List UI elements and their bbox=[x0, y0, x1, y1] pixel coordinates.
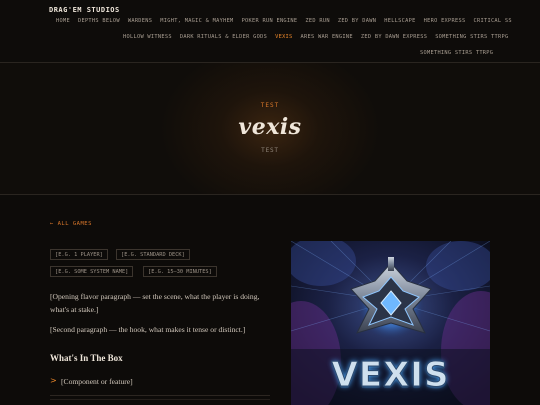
whats-in-the-box-heading: What's In The Box bbox=[50, 353, 123, 363]
nav-item-depths-below[interactable]: DEPTHS BELOW bbox=[78, 18, 120, 24]
tag-player-count: [E.G. 1 PLAYER] bbox=[50, 249, 108, 260]
nav-item-zed-run[interactable]: ZED RUN bbox=[305, 18, 329, 24]
nav-item-poker-run-engine[interactable]: POKER RUN ENGINE bbox=[242, 18, 298, 24]
hook-paragraph: [Second paragraph — the hook, what makes… bbox=[50, 325, 246, 334]
nav-item-wardens[interactable]: WARDENS bbox=[128, 18, 152, 24]
chevron-right-icon: > bbox=[50, 376, 57, 385]
nav-item-vexis-active[interactable]: VEXIS bbox=[275, 34, 292, 40]
hero-banner: TEST vexis TEST bbox=[0, 63, 540, 195]
tag-play-time: [E.G. 15–30 MINUTES] bbox=[143, 266, 217, 277]
main-nav-row-2: HOLLOW WITNESS DARK RITUALS & ELDER GODS… bbox=[123, 34, 516, 40]
main-nav-row-1: HOME DEPTHS BELOW WARDENS MIGHT, MAGIC &… bbox=[56, 18, 520, 24]
box-item-label: [Component or feature] bbox=[61, 377, 133, 386]
nav-item-zed-by-dawn-express[interactable]: ZED BY DAWN EXPRESS bbox=[361, 34, 427, 40]
nav-item-something-stirs-ttrpg[interactable]: SOMETHING STIRS TTRPG bbox=[435, 34, 508, 40]
nav-item-might-magic-mayhem[interactable]: MIGHT, MAGIC & MAYHEM bbox=[160, 18, 233, 24]
site-header: DRAG'EM STUDIOS HOME DEPTHS BELOW WARDEN… bbox=[0, 0, 540, 63]
all-games-link[interactable]: ← ALL GAMES bbox=[50, 221, 92, 227]
nav-item-hellscape[interactable]: HELLSCAPE bbox=[384, 18, 415, 24]
nav-item-dark-rituals[interactable]: DARK RITUALS & ELDER GODS bbox=[180, 34, 267, 40]
page-title: vexis bbox=[238, 114, 302, 140]
box-list-next-divider bbox=[50, 399, 270, 405]
nav-item-zed-by-dawn[interactable]: ZED BY DAWN bbox=[338, 18, 376, 24]
nav-item-critical-ss[interactable]: CRITICAL SS bbox=[474, 18, 512, 24]
game-cover-image: VEXIS bbox=[291, 241, 490, 405]
nav-item-ares-war-engine[interactable]: ARES WAR ENGINE bbox=[301, 34, 353, 40]
hero-eyebrow: TEST bbox=[260, 102, 280, 109]
box-list-item: > [Component or feature] bbox=[50, 376, 270, 396]
nav-item-hero-express[interactable]: HERO EXPRESS bbox=[424, 18, 466, 24]
studio-logo[interactable]: DRAG'EM STUDIOS bbox=[49, 6, 120, 14]
main-nav-row-3: SOMETHING STIRS TTRPG bbox=[420, 50, 501, 56]
intro-paragraph: [Opening flavor paragraph — set the scen… bbox=[50, 292, 260, 314]
nav-item-home[interactable]: HOME bbox=[56, 18, 70, 24]
nav-item-something-stirs-ttrpg-2[interactable]: SOMETHING STIRS TTRPG bbox=[420, 50, 493, 56]
tag-system: [E.G. SOME SYSTEM NAME] bbox=[50, 266, 134, 277]
nav-item-hollow-witness[interactable]: HOLLOW WITNESS bbox=[123, 34, 172, 40]
cover-title: VEXIS bbox=[331, 355, 450, 396]
tag-deck: [E.G. STANDARD DECK] bbox=[116, 249, 190, 260]
hero-subtitle: TEST bbox=[261, 147, 279, 154]
